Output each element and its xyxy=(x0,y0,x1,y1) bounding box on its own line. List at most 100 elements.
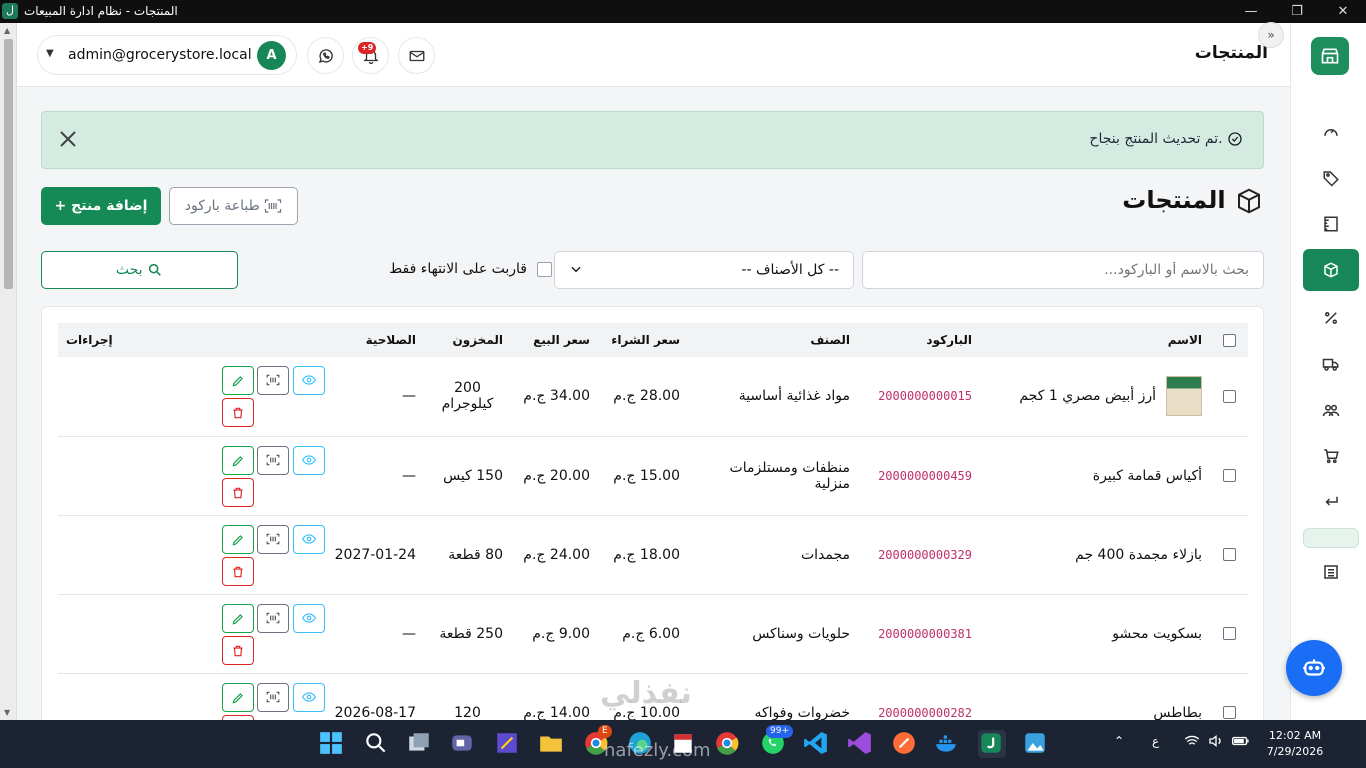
taskbar-search[interactable] xyxy=(363,730,391,758)
product-thumbnail xyxy=(1166,376,1202,417)
view-button[interactable] xyxy=(293,682,325,712)
sidebar-item-units[interactable] xyxy=(1303,203,1359,245)
chevron-down-icon: ▼ xyxy=(46,48,54,59)
taskbar-badge-99: 99+ xyxy=(766,725,793,738)
notifications-button[interactable]: +9 xyxy=(352,37,389,74)
taskbar-visual-studio[interactable] xyxy=(847,730,875,758)
close-alert-button[interactable] xyxy=(56,127,80,155)
clock[interactable]: 12:02 AM 7/29/2026 xyxy=(1254,728,1336,760)
product-category: مواد غذائية أساسية xyxy=(688,357,858,437)
taskbar-sales-app[interactable] xyxy=(978,730,1006,758)
edit-button[interactable] xyxy=(222,603,254,633)
sidebar-item-dashboard[interactable] xyxy=(1303,111,1359,153)
input-language[interactable]: ع xyxy=(1152,734,1159,748)
view-button[interactable] xyxy=(293,603,325,633)
search-button[interactable]: بحث xyxy=(41,251,238,289)
volume-icon[interactable] xyxy=(1208,734,1224,751)
product-name[interactable]: أكياس قمامة كبيرة xyxy=(1093,468,1202,484)
section-title: المنتجات xyxy=(1122,186,1264,216)
sidebar-collapse-button[interactable]: » xyxy=(1258,22,1284,48)
row-checkbox[interactable] xyxy=(1222,548,1236,561)
top-bar: ▼ admin@grocerystore.local A +9 المنتجات xyxy=(17,23,1290,87)
barcode-button[interactable] xyxy=(257,524,289,554)
sidebar-item-purchases[interactable] xyxy=(1303,435,1359,477)
add-product-button[interactable]: + إضافة منتج xyxy=(41,187,161,225)
row-checkbox[interactable] xyxy=(1222,627,1236,640)
row-checkbox[interactable] xyxy=(1222,389,1236,403)
row-actions xyxy=(214,523,325,587)
taskbar-meet[interactable] xyxy=(449,730,477,758)
row-checkbox[interactable] xyxy=(1222,706,1236,719)
taskbar-vscode[interactable] xyxy=(803,730,831,758)
product-name[interactable]: بسكويت محشو xyxy=(1112,626,1202,642)
edit-button[interactable] xyxy=(222,445,254,475)
taskbar-postman[interactable] xyxy=(891,730,919,758)
scroll-up-icon[interactable]: ▲ xyxy=(4,26,10,35)
view-button[interactable] xyxy=(293,524,325,554)
sidebar-item-suppliers[interactable] xyxy=(1303,343,1359,385)
product-name[interactable]: بطاطس xyxy=(1153,705,1202,721)
barcode-button[interactable] xyxy=(257,445,289,475)
page-scrollbar[interactable]: ▲ ▼ xyxy=(0,23,17,720)
user-menu[interactable]: ▼ admin@grocerystore.local A xyxy=(37,35,297,75)
sidebar-item-customers[interactable] xyxy=(1303,389,1359,431)
messages-button[interactable] xyxy=(398,37,435,74)
chrome-icon xyxy=(716,732,739,755)
sidebar-item-returns[interactable] xyxy=(1303,481,1359,523)
delete-button[interactable] xyxy=(222,398,254,428)
barcode-button[interactable] xyxy=(257,682,289,712)
restore-button[interactable]: ❐ xyxy=(1274,0,1320,23)
sidebar-item-products[interactable] xyxy=(1303,249,1359,291)
scroll-down-icon[interactable]: ▼ xyxy=(4,708,10,717)
delete-button[interactable] xyxy=(222,635,254,665)
product-name[interactable]: أرز أبيض مصري 1 كجم xyxy=(1019,388,1156,404)
sidebar-item-tags[interactable] xyxy=(1303,157,1359,199)
expiring-checkbox[interactable] xyxy=(537,262,552,277)
taskbar-docker[interactable] xyxy=(934,730,962,758)
row-checkbox[interactable] xyxy=(1222,469,1236,482)
taskbar-badge-e: E xyxy=(598,725,612,738)
success-alert: تم تحديث المنتج بنجاح. xyxy=(41,111,1264,169)
chatbot-button[interactable] xyxy=(1286,640,1342,696)
product-category: خضروات وفواكه xyxy=(688,673,858,720)
expiring-filter[interactable]: قاربت على الانتهاء فقط xyxy=(372,261,552,281)
search-input[interactable] xyxy=(862,251,1264,289)
edit-button[interactable] xyxy=(222,366,254,396)
taskbar-explorer[interactable] xyxy=(538,730,566,758)
minimize-button[interactable]: — xyxy=(1228,0,1274,23)
taskbar-snip[interactable] xyxy=(494,730,522,758)
edit-button[interactable] xyxy=(222,682,254,712)
barcode-icon xyxy=(266,612,280,623)
tray-chevron-up-icon[interactable]: ⌃ xyxy=(1114,734,1124,748)
scrollbar-thumb[interactable] xyxy=(4,39,13,289)
view-button[interactable] xyxy=(293,366,325,396)
taskbar-photos[interactable] xyxy=(1022,730,1050,758)
start-button[interactable] xyxy=(318,730,346,758)
row-actions xyxy=(214,681,325,720)
taskbar-chrome-2[interactable] xyxy=(714,730,742,758)
product-stock: 200 كيلوجرام xyxy=(424,357,511,437)
delete-button[interactable] xyxy=(222,477,254,507)
edit-button[interactable] xyxy=(222,524,254,554)
print-barcode-button[interactable]: طباعة باركود xyxy=(169,187,298,225)
sidebar-item-reports[interactable] xyxy=(1303,551,1359,593)
task-view[interactable] xyxy=(406,730,434,758)
category-select[interactable]: -- كل الأصناف -- xyxy=(554,251,854,289)
box-icon xyxy=(1238,188,1260,214)
product-buy-price: 28.00 ج.م xyxy=(598,357,688,437)
whatsapp-button[interactable] xyxy=(307,37,344,74)
barcode-button[interactable] xyxy=(257,603,289,633)
sidebar-item-discounts[interactable] xyxy=(1303,297,1359,339)
select-all-checkbox[interactable] xyxy=(1222,334,1236,347)
close-window-button[interactable]: ✕ xyxy=(1320,0,1366,23)
row-actions xyxy=(214,602,325,666)
store-logo[interactable] xyxy=(1311,37,1349,75)
barcode-button[interactable] xyxy=(257,366,289,396)
product-name[interactable]: بازلاء مجمدة 400 جم xyxy=(1075,547,1202,563)
eye-icon xyxy=(301,454,317,465)
delete-button[interactable] xyxy=(222,556,254,586)
battery-icon[interactable] xyxy=(1232,734,1250,751)
watermark-domain: nafezly.com xyxy=(604,740,711,761)
view-button[interactable] xyxy=(293,445,325,475)
wifi-icon[interactable] xyxy=(1184,734,1200,751)
